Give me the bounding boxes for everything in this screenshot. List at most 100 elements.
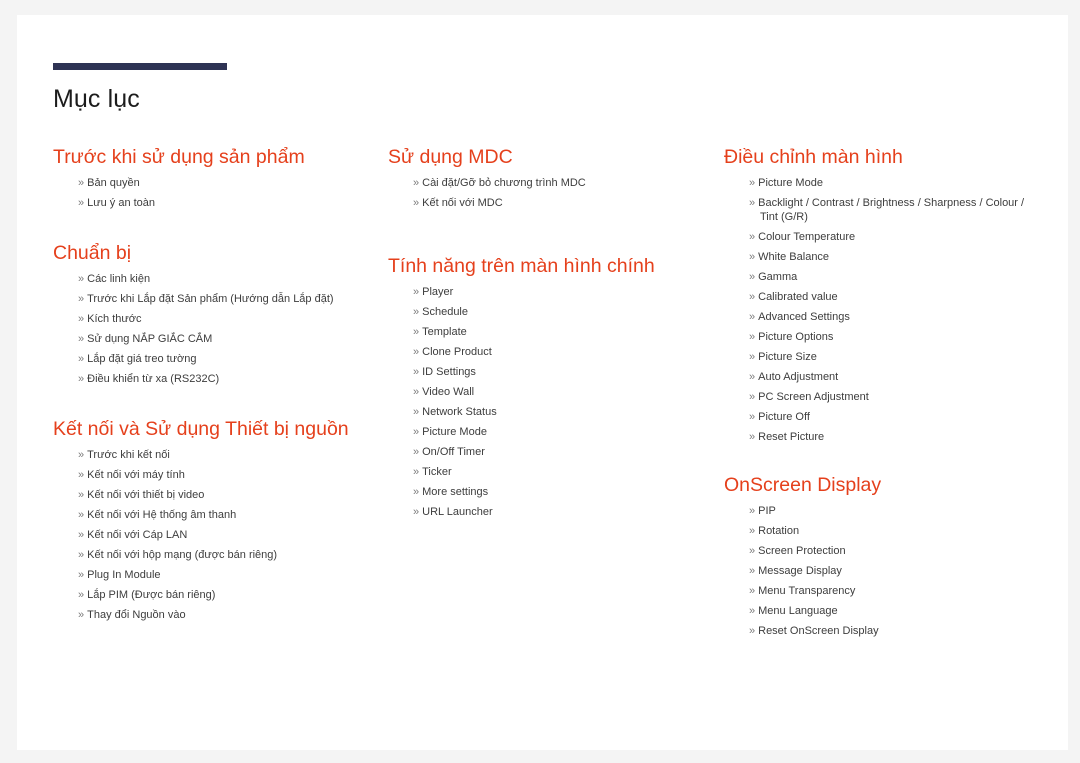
toc-section-heading[interactable]: Chuẩn bị bbox=[53, 241, 388, 265]
toc-item[interactable]: » Gamma bbox=[749, 270, 1043, 284]
toc-item[interactable]: » Các linh kiện bbox=[78, 272, 388, 286]
toc-item[interactable]: » Picture Off bbox=[749, 410, 1043, 424]
toc-section-heading[interactable]: Sử dụng MDC bbox=[388, 145, 724, 169]
toc-item[interactable]: » Lưu ý an toàn bbox=[78, 196, 388, 210]
toc-item[interactable]: » Sử dụng NẮP GIẮC CẮM bbox=[78, 332, 388, 346]
toc-columns: Trước khi sử dụng sản phẩm » Bản quyền » Lưu… bbox=[53, 145, 1043, 638]
toc-item[interactable]: » Player bbox=[413, 285, 724, 299]
double-chevron-bullet-icon: » bbox=[749, 565, 756, 577]
double-chevron-bullet-icon: » bbox=[413, 197, 420, 209]
toc-item[interactable]: » ID Settings bbox=[413, 365, 724, 379]
toc-item-label: Trước khi kết nối bbox=[87, 449, 170, 461]
toc-item-list: » Picture Mode» Backlight / Contrast / Bri… bbox=[724, 176, 1043, 444]
toc-item-label: Kết nối với Hệ thống âm thanh bbox=[87, 509, 237, 521]
toc-item[interactable]: » Schedule bbox=[413, 305, 724, 319]
double-chevron-bullet-icon: » bbox=[78, 353, 85, 365]
toc-item[interactable]: » Advanced Settings bbox=[749, 310, 1043, 324]
double-chevron-bullet-icon: » bbox=[78, 489, 85, 501]
toc-item[interactable]: » Rotation bbox=[749, 524, 1043, 538]
double-chevron-bullet-icon: » bbox=[78, 509, 85, 521]
toc-item[interactable]: » Trước khi kết nối bbox=[78, 448, 388, 462]
toc-column-3: Điều chỉnh màn hình» Picture Mode» Backlig… bbox=[724, 145, 1043, 638]
toc-item[interactable]: » Plug In Module bbox=[78, 568, 388, 582]
double-chevron-bullet-icon: » bbox=[749, 391, 756, 403]
double-chevron-bullet-icon: » bbox=[749, 605, 756, 617]
double-chevron-bullet-icon: » bbox=[749, 331, 756, 343]
toc-section-heading[interactable]: Kết nối và Sử dụng Thiết bị nguồn bbox=[53, 417, 388, 441]
double-chevron-bullet-icon: » bbox=[749, 197, 756, 209]
double-chevron-bullet-icon: » bbox=[749, 251, 756, 263]
toc-item-label: Kết nối với thiết bị video bbox=[87, 489, 205, 501]
toc-item[interactable]: » Network Status bbox=[413, 405, 724, 419]
toc-item[interactable]: » Template bbox=[413, 325, 724, 339]
toc-item-label: Backlight / Contrast / Brightness / Shar… bbox=[758, 197, 1025, 223]
toc-item[interactable]: » Backlight / Contrast / Brightness / Sha… bbox=[749, 196, 1043, 224]
double-chevron-bullet-icon: » bbox=[78, 569, 85, 581]
toc-item[interactable]: » Kết nối với máy tính bbox=[78, 468, 388, 482]
toc-item[interactable]: » White Balance bbox=[749, 250, 1043, 264]
toc-section-heading[interactable]: Trước khi sử dụng sản phẩm bbox=[53, 145, 388, 169]
double-chevron-bullet-icon: » bbox=[413, 177, 420, 189]
toc-item[interactable]: » Kết nối với thiết bị video bbox=[78, 488, 388, 502]
double-chevron-bullet-icon: » bbox=[749, 177, 756, 189]
toc-item[interactable]: » PIP bbox=[749, 504, 1043, 518]
toc-section: Sử dụng MDC » Cài đặt/Gỡ bỏ chương trình M… bbox=[388, 145, 724, 210]
double-chevron-bullet-icon: » bbox=[749, 545, 756, 557]
toc-item[interactable]: » Menu Transparency bbox=[749, 584, 1043, 598]
toc-item-label: Screen Protection bbox=[758, 545, 846, 557]
toc-item[interactable]: » Picture Mode bbox=[413, 425, 724, 439]
toc-item[interactable]: » Screen Protection bbox=[749, 544, 1043, 558]
toc-item[interactable]: » URL Launcher bbox=[413, 505, 724, 519]
toc-item-label: Picture Size bbox=[758, 351, 817, 363]
toc-item[interactable]: » Kích thước bbox=[78, 312, 388, 326]
toc-item-label: Picture Options bbox=[758, 331, 834, 343]
toc-item[interactable]: » Message Display bbox=[749, 564, 1043, 578]
toc-section-heading[interactable]: Tính năng trên màn hình chính bbox=[388, 254, 724, 278]
toc-item-list: » Các linh kiện » Trước khi Lắp đặt Sản phẩ… bbox=[53, 272, 388, 386]
toc-item[interactable]: » Ticker bbox=[413, 465, 724, 479]
toc-item-label: Picture Mode bbox=[422, 426, 487, 438]
toc-item[interactable]: » On/Off Timer bbox=[413, 445, 724, 459]
double-chevron-bullet-icon: » bbox=[78, 273, 85, 285]
toc-section: Chuẩn bị » Các linh kiện » Trước khi Lắp đặt… bbox=[53, 241, 388, 386]
toc-item[interactable]: » Picture Mode bbox=[749, 176, 1043, 190]
toc-item[interactable]: » Colour Temperature bbox=[749, 230, 1043, 244]
toc-section-heading[interactable]: Điều chỉnh màn hình bbox=[724, 145, 1043, 169]
toc-item[interactable]: » Lắp PIM (Được bán riêng) bbox=[78, 588, 388, 602]
double-chevron-bullet-icon: » bbox=[78, 549, 85, 561]
double-chevron-bullet-icon: » bbox=[749, 431, 756, 443]
toc-section-heading[interactable]: OnScreen Display bbox=[724, 473, 1043, 497]
toc-item[interactable]: » Bản quyền bbox=[78, 176, 388, 190]
toc-item-list: » PIP» Rotation» Screen Protection» Message … bbox=[724, 504, 1043, 638]
toc-item-label: Message Display bbox=[758, 565, 842, 577]
toc-section: Kết nối và Sử dụng Thiết bị nguồn» Trước … bbox=[53, 417, 388, 622]
toc-item[interactable]: » Calibrated value bbox=[749, 290, 1043, 304]
toc-item-label: Kết nối với hộp mạng (được bán riêng) bbox=[87, 549, 278, 561]
toc-item[interactable]: » Menu Language bbox=[749, 604, 1043, 618]
double-chevron-bullet-icon: » bbox=[749, 231, 756, 243]
toc-column-1: Trước khi sử dụng sản phẩm » Bản quyền » Lưu… bbox=[53, 145, 388, 622]
double-chevron-bullet-icon: » bbox=[413, 426, 420, 438]
toc-item[interactable]: » PC Screen Adjustment bbox=[749, 390, 1043, 404]
toc-item[interactable]: » Kết nối với MDC bbox=[413, 196, 724, 210]
toc-item[interactable]: » Reset OnScreen Display bbox=[749, 624, 1043, 638]
toc-item-label: Cài đặt/Gỡ bỏ chương trình MDC bbox=[422, 177, 586, 189]
toc-item[interactable]: » Lắp đặt giá treo tường bbox=[78, 352, 388, 366]
toc-item[interactable]: » Picture Options bbox=[749, 330, 1043, 344]
toc-item[interactable]: » Cài đặt/Gỡ bỏ chương trình MDC bbox=[413, 176, 724, 190]
toc-item[interactable]: » Clone Product bbox=[413, 345, 724, 359]
toc-item[interactable]: » Picture Size bbox=[749, 350, 1043, 364]
toc-item[interactable]: » Điều khiển từ xa (RS232C) bbox=[78, 372, 388, 386]
toc-item[interactable]: » Trước khi Lắp đặt Sản phẩm (Hướng dẫn L… bbox=[78, 292, 388, 306]
double-chevron-bullet-icon: » bbox=[78, 529, 85, 541]
double-chevron-bullet-icon: » bbox=[749, 311, 756, 323]
toc-item[interactable]: » More settings bbox=[413, 485, 724, 499]
toc-item[interactable]: » Video Wall bbox=[413, 385, 724, 399]
toc-item[interactable]: » Kết nối với hộp mạng (được bán riêng) bbox=[78, 548, 388, 562]
toc-item[interactable]: » Reset Picture bbox=[749, 430, 1043, 444]
toc-item[interactable]: » Kết nối với Cáp LAN bbox=[78, 528, 388, 542]
toc-item-label: Menu Transparency bbox=[758, 585, 856, 597]
toc-item[interactable]: » Auto Adjustment bbox=[749, 370, 1043, 384]
toc-item[interactable]: » Thay đổi Nguồn vào bbox=[78, 608, 388, 622]
toc-item[interactable]: » Kết nối với Hệ thống âm thanh bbox=[78, 508, 388, 522]
